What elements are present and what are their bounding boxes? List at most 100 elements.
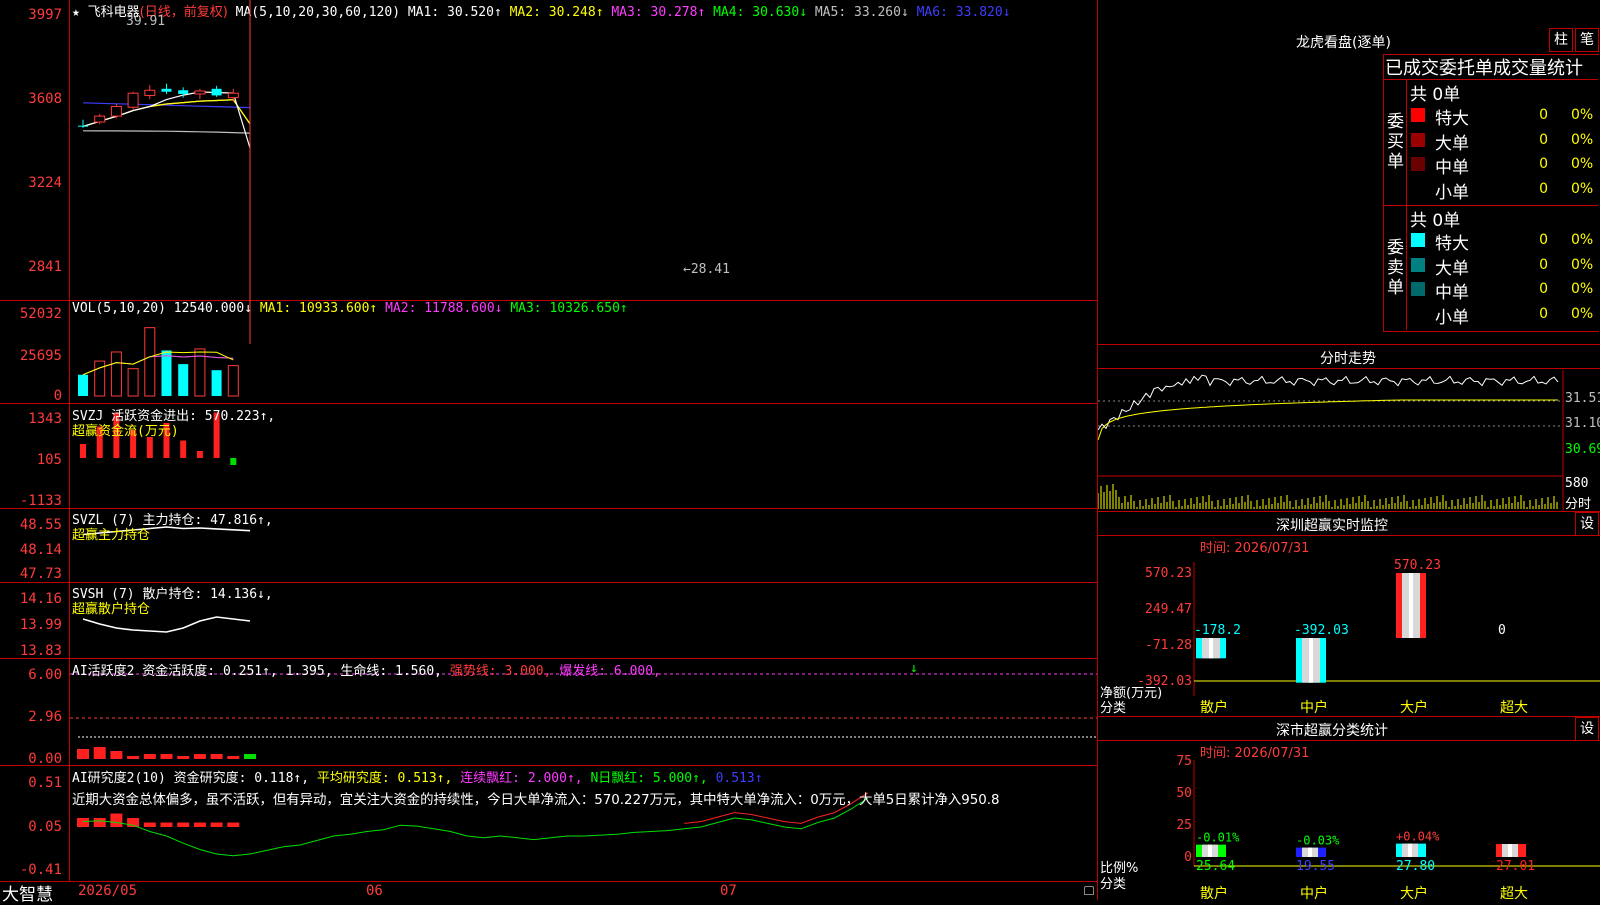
svsh-axis-label: 13.99 xyxy=(19,617,62,633)
volume-bar xyxy=(161,350,172,396)
ai-active-title: AI活跃度2 资金活跃度: 0.251↑, 1.395, 生命线: 1.560, xyxy=(72,664,442,679)
intraday-price-line xyxy=(1098,374,1559,431)
volume-bar xyxy=(211,370,222,396)
svzl-axis-label: 48.14 xyxy=(19,542,62,558)
n-day-red-label: N日飘红: 5.000↑, xyxy=(590,771,708,786)
ai-research-bar xyxy=(110,813,123,827)
volume-bar xyxy=(127,368,139,397)
monitor-bar xyxy=(1296,638,1326,683)
ai-active-header: AI活跃度2 资金活跃度: 0.251↑, 1.395, 生命线: 1.560,… xyxy=(72,660,661,679)
svzl-axis-label: 48.55 xyxy=(19,517,62,533)
ai-active-bar xyxy=(110,751,123,759)
ai-research-bar xyxy=(77,818,89,827)
svzl-axis-label: 47.73 xyxy=(19,566,62,582)
stats-bar xyxy=(1196,844,1226,857)
stats-value-label: 25.64 xyxy=(1196,859,1235,874)
ai-active-bar xyxy=(160,754,173,759)
vol-title: VOL(5,10,20) xyxy=(72,301,166,316)
stats-delta-label: -0.01% xyxy=(1196,831,1240,845)
ai-research-bar xyxy=(93,818,106,827)
avg-research-label: 平均研究度: 0.513↑, xyxy=(316,771,453,786)
candle xyxy=(110,105,122,117)
svsh-line xyxy=(82,616,251,633)
candle xyxy=(78,125,88,127)
vol-ma2-line xyxy=(82,355,234,376)
svzj-axis-label: -1133 xyxy=(19,493,62,509)
right-panel-charts: -178.2 -392.03 570.23 0 25.64 -0.01% 19.55 -0.0… xyxy=(1098,370,1600,874)
stats-bar xyxy=(1496,843,1526,857)
ai-comment: 近期大资金总体偏多，虽不活跃，但有异动，宜关注大资金的持续性，今日大单净流入：5… xyxy=(72,793,1000,808)
ai-research-bar xyxy=(143,822,156,827)
volume-bar xyxy=(110,351,122,397)
ai-research-bar xyxy=(193,822,206,827)
ai-active-bar xyxy=(93,747,106,759)
strong-line-label: 强势线: 3.000, xyxy=(449,664,552,679)
candle xyxy=(227,92,239,99)
burst-line-label: 爆发线: 6.000, xyxy=(559,664,661,679)
ma5-line xyxy=(82,130,251,134)
svzj-axis-label: 1343 xyxy=(28,411,62,427)
fund-flow-bar xyxy=(180,440,187,458)
ai-research-bar xyxy=(227,822,240,827)
ai-active-bar xyxy=(143,754,156,759)
main-chart-area[interactable]: ★ 飞科电器(日线，前复权) MA(5,10,20,30,60,120) MA1… xyxy=(0,0,1098,905)
right-panel: 龙虎看盘(逐单) 柱 笔 已成交委托单成交量统计 委买单 委卖单 共 0单 共 … xyxy=(1098,0,1600,902)
date-label: 2026/05 xyxy=(78,883,138,899)
ai-active-axis-label: 2.96 xyxy=(28,709,62,725)
ai-research-bar xyxy=(210,822,223,827)
volume-bar xyxy=(227,365,239,397)
fund-flow-bar xyxy=(196,451,203,458)
candle xyxy=(127,92,139,108)
monitor-bar xyxy=(1196,638,1226,659)
vol-value: 12540.000↓ xyxy=(173,301,253,316)
ai-active-axis-label: 0.00 xyxy=(28,751,62,767)
monitor-value-label: -392.03 xyxy=(1294,623,1349,638)
brand-label: 大智慧 xyxy=(2,885,53,905)
vol-ma1-line xyxy=(82,351,234,376)
vol-axis-label: 0 xyxy=(53,388,62,404)
ai-research-axis-label: -0.41 xyxy=(19,862,62,878)
stats-bar xyxy=(1396,843,1426,857)
stats-delta-label: +0.04% xyxy=(1396,830,1440,844)
ma-value: MA3: 10326.650↑ xyxy=(502,301,628,316)
volume-bar xyxy=(178,364,189,396)
stats-value-label: 27.80 xyxy=(1396,859,1435,874)
monitor-value-label: -178.2 xyxy=(1194,623,1241,638)
ai-active-bar xyxy=(177,756,190,759)
ai-active-bar xyxy=(227,756,240,759)
volume-bar xyxy=(144,327,156,397)
vol-header: VOL(5,10,20) 12540.000↓ MA1: 10933.600↑ … xyxy=(72,301,628,316)
monitor-value-label: 0 xyxy=(1498,623,1506,638)
svzj-axis-label: 105 xyxy=(36,452,62,468)
ai-research-bar xyxy=(177,822,190,827)
vol-axis-label: 52032 xyxy=(19,306,62,322)
arrow-down-icon: ↓ xyxy=(910,661,918,676)
ai-research-axis-label: 0.51 xyxy=(28,775,62,791)
date-label: 07 xyxy=(720,883,737,899)
fund-flow-bar xyxy=(230,458,237,465)
vol-ma3-line xyxy=(82,355,234,376)
ai-active-bar xyxy=(210,754,223,759)
svsh-axis-label: 14.16 xyxy=(19,591,62,607)
date-label: 06 xyxy=(366,883,383,899)
stats-value-label: 27.01 xyxy=(1496,859,1535,874)
candle xyxy=(144,89,156,96)
stats-bar xyxy=(1296,847,1326,857)
ai-active-bar xyxy=(77,749,89,759)
ai-research-axis-label: 0.05 xyxy=(28,819,62,835)
volume-bar xyxy=(78,374,88,396)
ai-active-axis-label: 6.00 xyxy=(28,667,62,683)
ai-research-bar xyxy=(160,822,173,827)
ai-research-title: AI研究度2(10) 资金研究度: 0.118↑, xyxy=(72,771,310,786)
ma-value: MA2: 11788.600↓ xyxy=(377,301,503,316)
ai-active-bar xyxy=(244,754,256,759)
svzl-sub: 超赢主力持仓 xyxy=(72,528,151,543)
ai-active-bar xyxy=(193,754,206,759)
continuous-red-label: 连续飘红: 2.000↑, xyxy=(460,771,583,786)
fund-flow-bar xyxy=(146,437,153,458)
svzj-sub: 超赢资金流(万元) xyxy=(72,424,179,439)
intraday-avg-line xyxy=(1098,399,1558,441)
research-last-label: 0.513↑ xyxy=(715,771,763,786)
price-candles[interactable]: ↓ xyxy=(0,0,1098,900)
monitor-bar xyxy=(1396,573,1426,638)
